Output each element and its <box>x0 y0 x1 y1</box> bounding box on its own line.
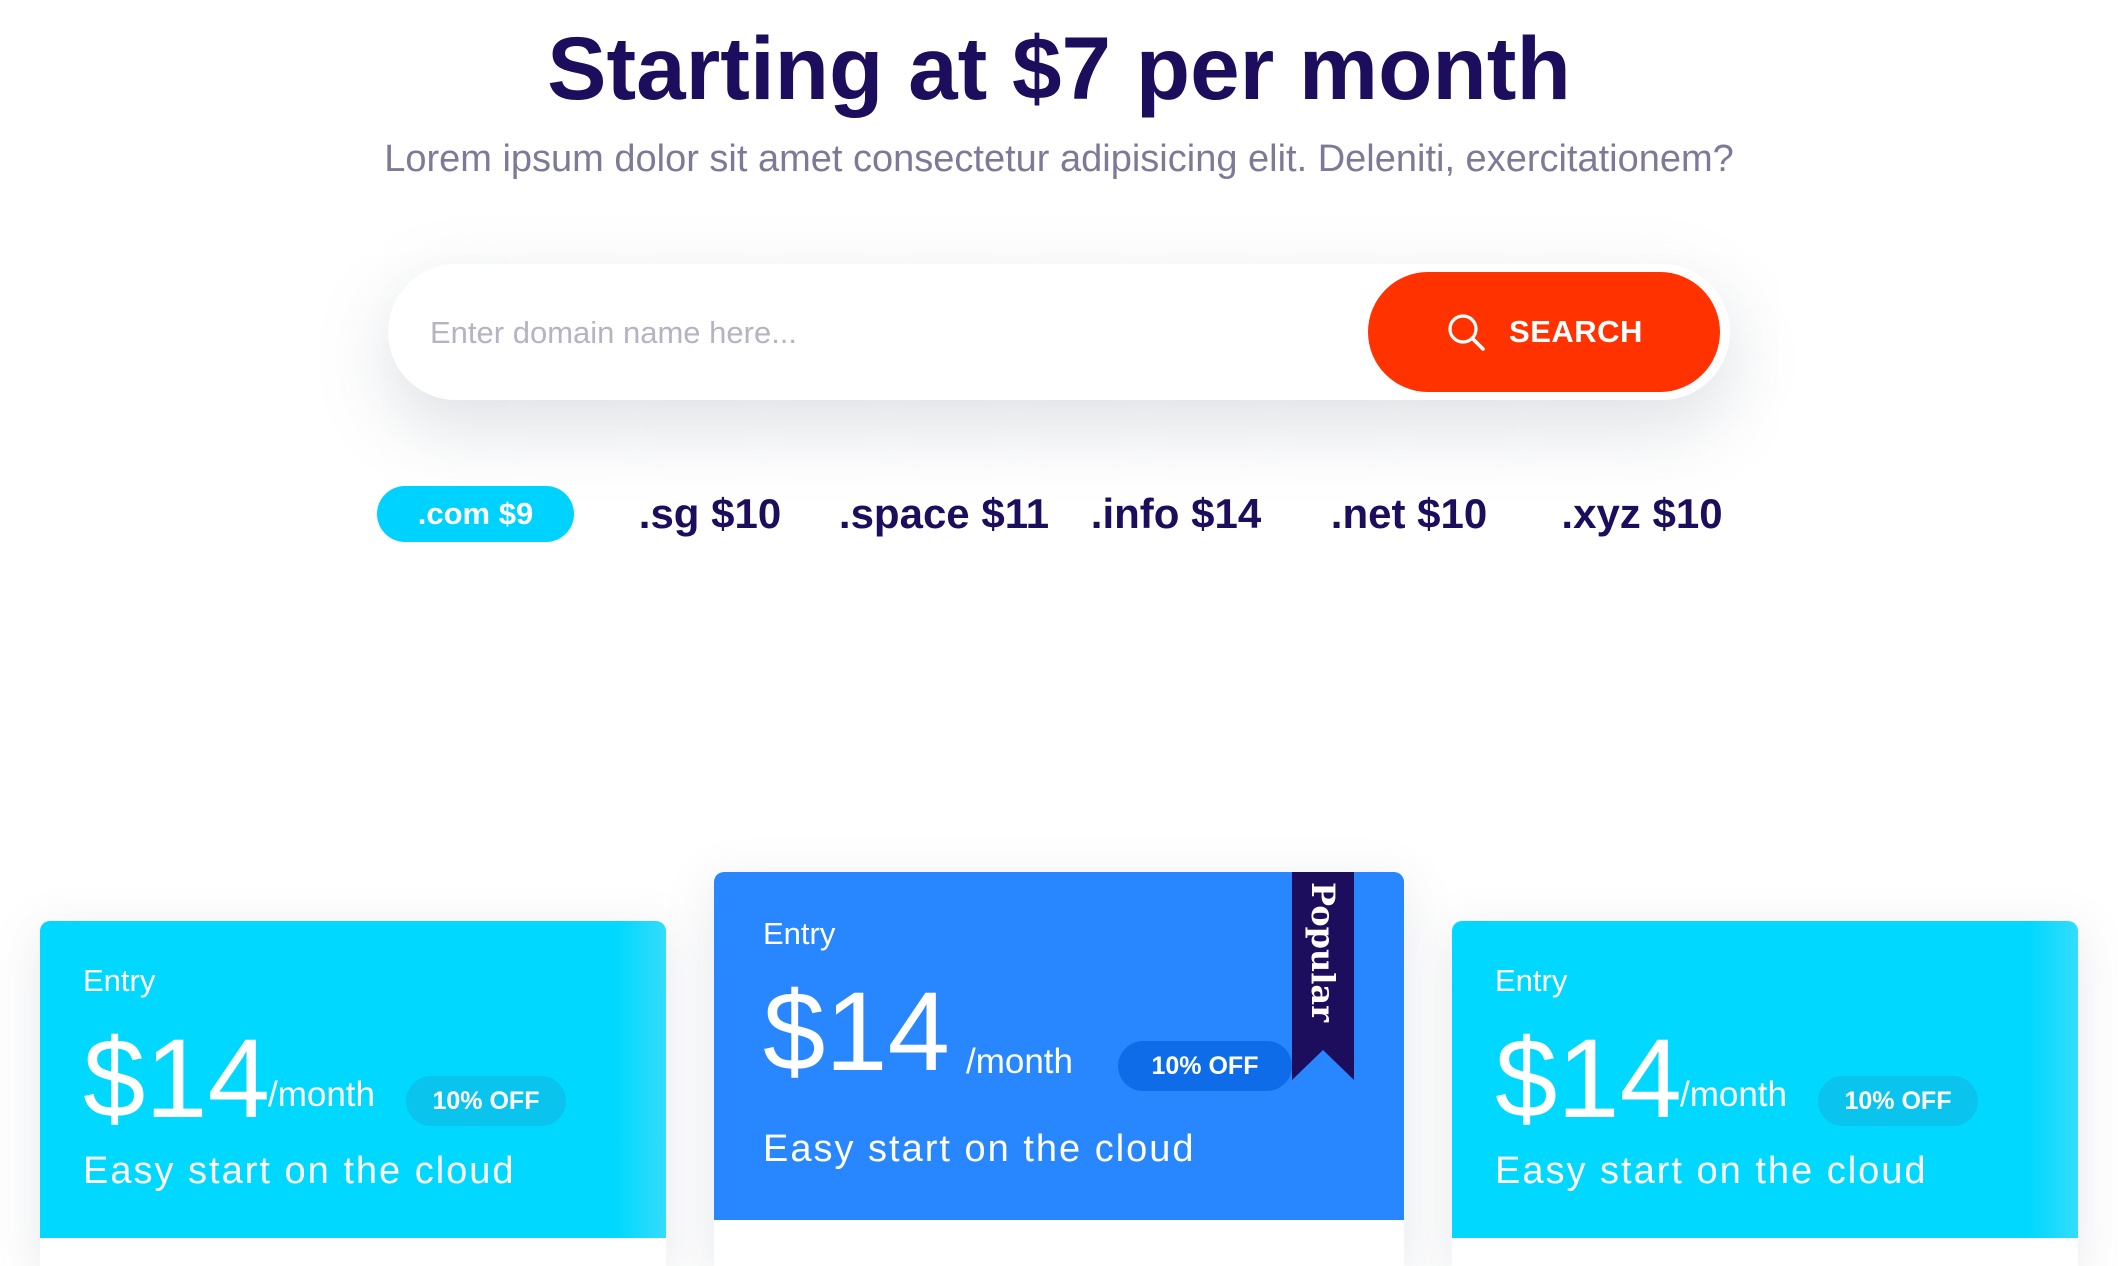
tld-info[interactable]: .info $14 <box>1088 486 1264 542</box>
page-subtitle: Lorem ipsum dolor sit amet consectetur a… <box>384 138 1734 180</box>
tld-sg[interactable]: .sg $10 <box>630 486 790 542</box>
discount-badge: 10% OFF <box>1118 1041 1292 1091</box>
plan-card: Entry $14 /month 10% OFF Easy start on t… <box>40 921 666 1266</box>
ribbon-label: Popular <box>1304 882 1342 1022</box>
plan-price: $14 <box>83 1016 270 1141</box>
plan-tagline: Easy start on the cloud <box>83 1150 516 1192</box>
page-title: Starting at $7 per month <box>547 18 1571 118</box>
plan-card-popular: Entry $14 /month 10% OFF Easy start on t… <box>714 872 1404 1266</box>
plan-tagline: Easy start on the cloud <box>1495 1150 1928 1192</box>
domain-search-bar: SEARCH <box>388 264 1730 400</box>
search-button[interactable]: SEARCH <box>1368 272 1720 392</box>
plan-tagline: Easy start on the cloud <box>763 1128 1196 1170</box>
tld-net[interactable]: .net $10 <box>1326 486 1492 542</box>
plan-period: /month <box>268 1075 375 1114</box>
plan-tier: Entry <box>83 963 156 998</box>
plan-card-header: Entry $14 /month 10% OFF Easy start on t… <box>714 872 1404 1220</box>
plan-card: Entry $14 /month 10% OFF Easy start on t… <box>1452 921 2078 1266</box>
domain-search-input[interactable] <box>428 292 1312 374</box>
discount-badge: 10% OFF <box>1818 1076 1978 1126</box>
plan-tier: Entry <box>763 916 836 951</box>
tld-com[interactable]: .com $9 <box>377 486 574 542</box>
plan-card-header: Entry $14 /month 10% OFF Easy start on t… <box>40 921 666 1238</box>
popular-ribbon: Popular <box>1292 872 1354 1080</box>
plan-price: $14 <box>763 969 950 1094</box>
tld-space[interactable]: .space $11 <box>834 486 1054 542</box>
plan-tier: Entry <box>1495 963 1568 998</box>
plan-period: /month <box>966 1042 1073 1081</box>
plan-price: $14 <box>1495 1016 1682 1141</box>
search-button-label: SEARCH <box>1509 314 1643 349</box>
discount-badge: 10% OFF <box>406 1076 566 1126</box>
plan-period: /month <box>1680 1075 1787 1114</box>
plan-card-header: Entry $14 /month 10% OFF Easy start on t… <box>1452 921 2078 1238</box>
tld-xyz[interactable]: .xyz $10 <box>1557 486 1727 542</box>
search-icon <box>1448 314 1485 351</box>
